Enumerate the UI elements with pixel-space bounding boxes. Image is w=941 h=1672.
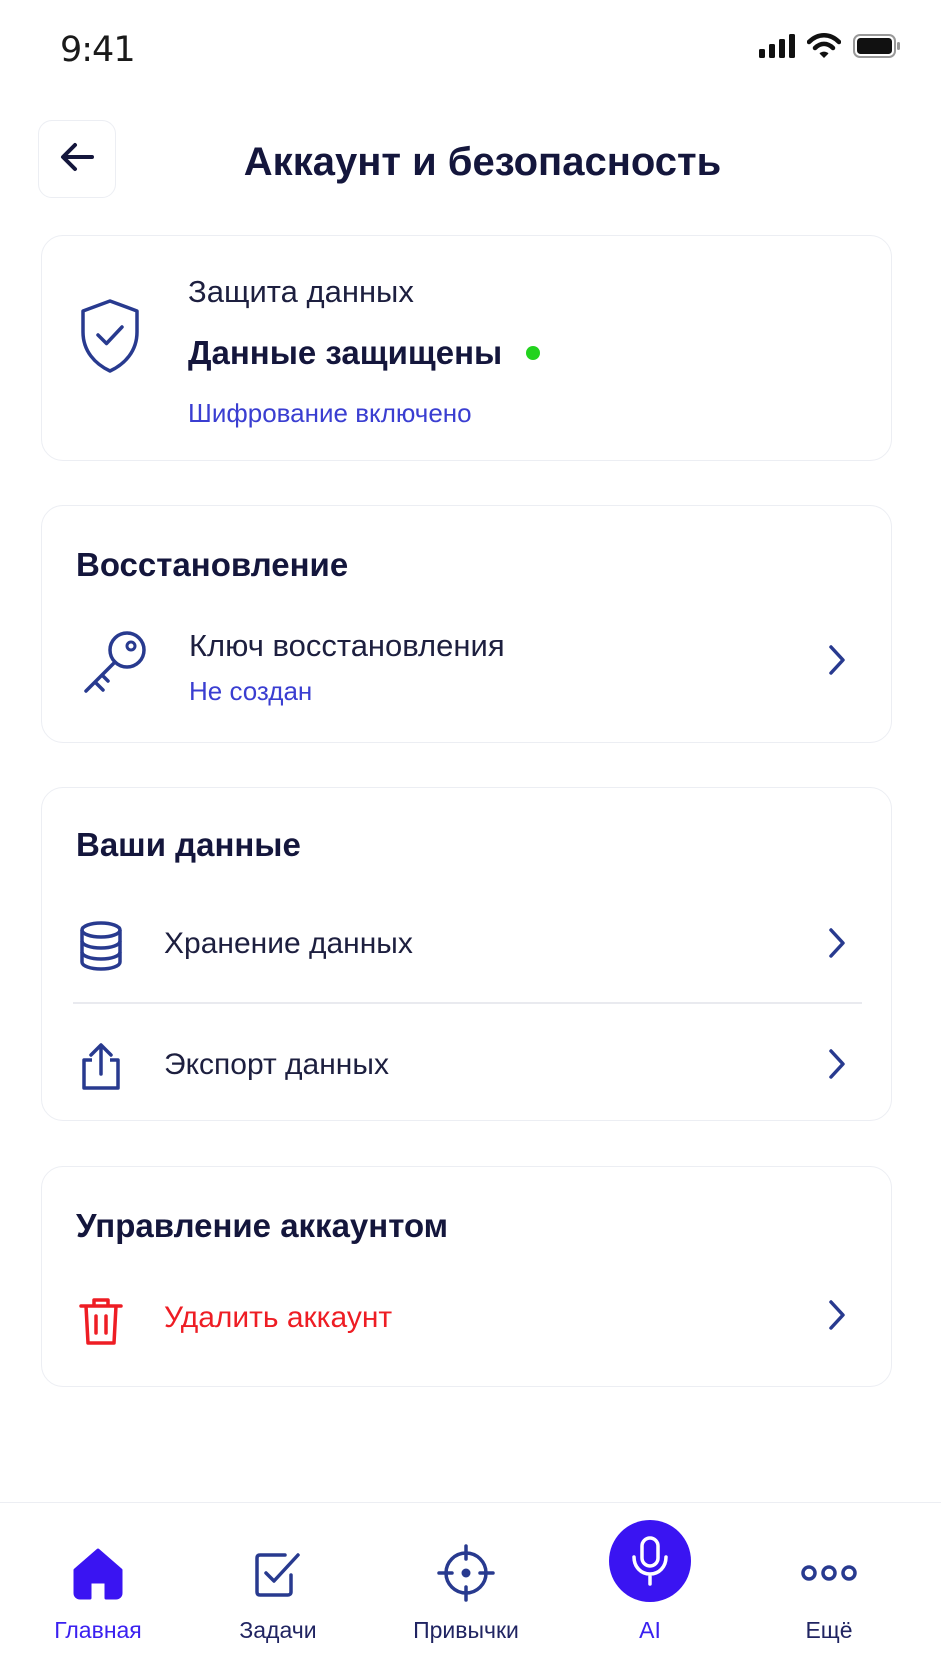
protection-status-text: Данные защищены [188, 334, 503, 371]
recovery-key-row[interactable]: Ключ восстановления Не создан [42, 618, 891, 718]
tab-ai-label: AI [639, 1617, 661, 1643]
tab-habits[interactable]: Привычки [386, 1503, 546, 1672]
account-management-title: Управление аккаунтом [76, 1207, 449, 1244]
shield-check-icon [79, 298, 141, 379]
protection-label: Защита данных [188, 274, 414, 309]
status-icons [759, 33, 901, 64]
tab-habits-label: Привычки [413, 1617, 519, 1643]
cellular-signal-icon [759, 34, 795, 63]
target-icon [426, 1533, 506, 1613]
status-time: 9:41 [60, 30, 136, 70]
database-icon [78, 921, 124, 976]
microphone-icon [609, 1520, 691, 1602]
chevron-right-icon [827, 644, 847, 681]
account-management-card: Управление аккаунтом Удалить аккаунт [41, 1166, 892, 1387]
recovery-card: Восстановление Ключ восстановления Не со… [41, 505, 892, 743]
home-icon [58, 1533, 138, 1613]
recovery-key-status: Не создан [189, 676, 313, 706]
data-export-row[interactable]: Экспорт данных [42, 1014, 891, 1114]
tab-tasks[interactable]: Задачи [198, 1503, 358, 1672]
page-title: Аккаунт и безопасность [243, 140, 722, 184]
your-data-card: Ваши данные Хранение данных Экспорт данн… [41, 787, 892, 1121]
recovery-key-label: Ключ восстановления [189, 628, 505, 663]
status-bar: 9:41 [0, 0, 941, 100]
chevron-right-icon [827, 1048, 847, 1085]
encryption-status: Шифрование включено [188, 398, 472, 428]
tab-home-label: Главная [54, 1617, 142, 1643]
checkbox-icon [238, 1533, 318, 1613]
tab-tasks-label: Задачи [239, 1617, 317, 1643]
delete-account-row[interactable]: Удалить аккаунт [42, 1267, 891, 1367]
divider [73, 1002, 862, 1004]
chevron-right-icon [827, 1299, 847, 1336]
data-storage-row[interactable]: Хранение данных [42, 893, 891, 993]
protection-status: Данные защищены [188, 334, 541, 372]
chevron-right-icon [827, 927, 847, 964]
tab-more-label: Ещё [805, 1617, 853, 1643]
tab-home[interactable]: Главная [18, 1503, 178, 1672]
status-dot [526, 346, 541, 360]
account-security-screen: 9:41 Аккаунт и безопасность Защита данны… [0, 0, 941, 1672]
key-icon [80, 626, 152, 703]
share-icon [78, 1042, 124, 1097]
trash-icon [78, 1295, 124, 1352]
your-data-title: Ваши данные [76, 826, 301, 863]
wifi-icon [806, 33, 842, 64]
battery-icon [853, 34, 901, 63]
data-protection-card: Защита данных Данные защищены Шифрование… [41, 235, 892, 461]
more-icon [789, 1533, 869, 1613]
tab-bar: Главная Задачи Привычки AI Ещё [0, 1502, 941, 1672]
data-export-label: Экспорт данных [164, 1048, 389, 1081]
data-storage-label: Хранение данных [164, 927, 413, 960]
tab-ai[interactable]: AI [570, 1503, 730, 1672]
recovery-title: Восстановление [76, 546, 349, 583]
delete-account-label: Удалить аккаунт [164, 1301, 393, 1334]
tab-more[interactable]: Ещё [749, 1503, 909, 1672]
